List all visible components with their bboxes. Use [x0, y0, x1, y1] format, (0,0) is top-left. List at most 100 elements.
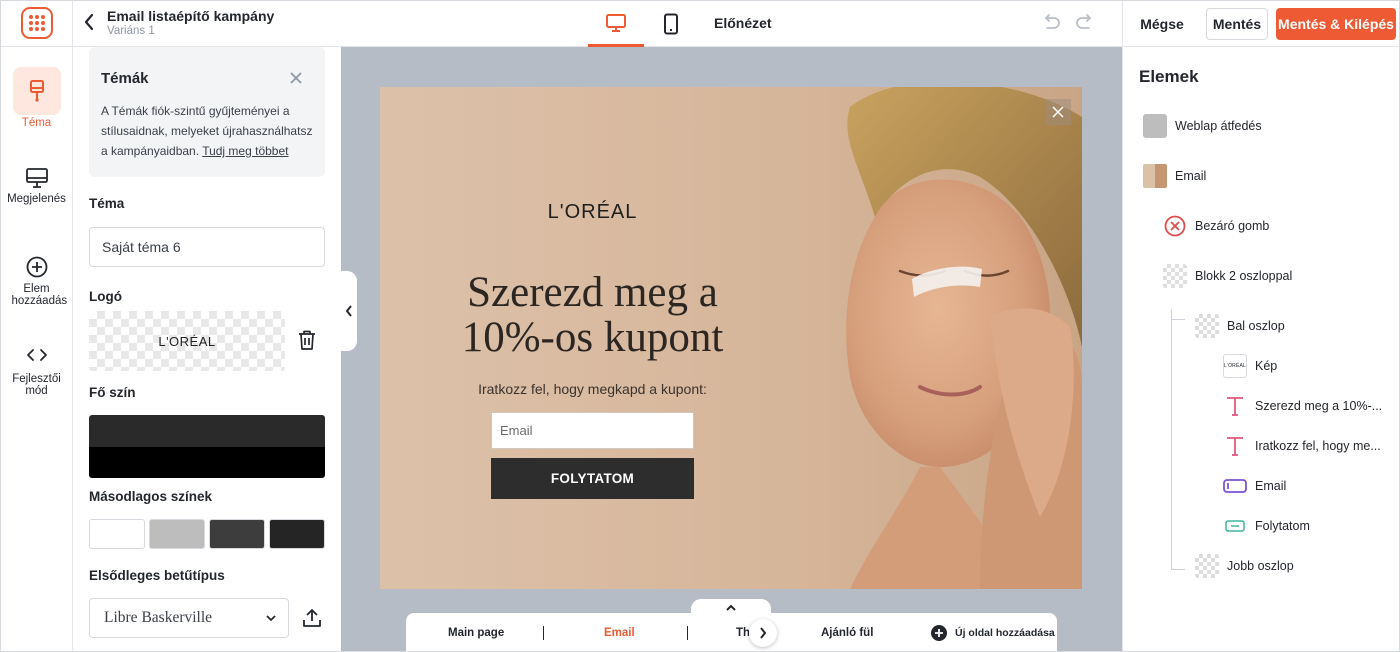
- tab-th[interactable]: Th: [736, 627, 750, 639]
- element-label: Email: [1255, 479, 1287, 493]
- overlay-icon: [1143, 114, 1167, 138]
- popup-subline: Iratkozz fel, hogy megkapd a kupont:: [478, 381, 707, 397]
- preview-button[interactable]: Előnézet: [714, 15, 772, 31]
- monitor-icon: [25, 168, 48, 188]
- tab-email[interactable]: Email: [604, 627, 635, 639]
- element-label: Blokk 2 oszloppal: [1195, 269, 1293, 283]
- variant-label: Variáns 1: [107, 25, 155, 37]
- theme-input[interactable]: Saját téma 6: [89, 227, 325, 267]
- element-label: Kép: [1255, 359, 1278, 373]
- element-item[interactable]: Jobb oszlop: [1195, 554, 1294, 578]
- divider: [1122, 1, 1123, 47]
- cancel-button[interactable]: Mégse: [1132, 8, 1192, 40]
- back-arrow-icon[interactable]: [83, 13, 95, 36]
- element-item[interactable]: Bal oszlop: [1195, 314, 1285, 338]
- main-color-swatch[interactable]: [89, 415, 325, 478]
- left-rail: Téma Megjelenés Elem hozzáadás Fejlesztő…: [1, 47, 73, 651]
- font-select[interactable]: Libre Baskerville: [89, 598, 289, 638]
- popup-preview[interactable]: L'ORÉAL Szerezd meg a 10%-os kupont Irat…: [380, 87, 1082, 589]
- secondary-color-swatch[interactable]: [209, 519, 265, 549]
- popup-close-icon[interactable]: [1045, 99, 1071, 125]
- theme-label: Téma: [89, 196, 125, 211]
- add-page-button[interactable]: Új oldal hozzáadása: [931, 625, 1055, 641]
- upload-icon[interactable]: [301, 607, 323, 634]
- save-button[interactable]: Mentés: [1206, 8, 1268, 40]
- logo-upload[interactable]: L'ORÉAL: [89, 311, 285, 371]
- undo-icon[interactable]: [1041, 13, 1061, 36]
- divider: [543, 626, 544, 640]
- font-label: Elsődleges betűtípus: [89, 568, 225, 583]
- main-color-label: Fő szín: [89, 385, 136, 400]
- element-item[interactable]: Email: [1143, 164, 1206, 188]
- close-icon[interactable]: [289, 69, 303, 90]
- code-icon: [26, 349, 47, 361]
- image-icon: L'ORÉAL: [1223, 354, 1247, 378]
- scroll-tabs-button[interactable]: [749, 619, 777, 647]
- rail-item-appearance[interactable]: Megjelenés: [1, 167, 72, 205]
- element-label: Szerezd meg a 10%-...: [1255, 399, 1383, 413]
- chevron-up-icon: [726, 604, 736, 611]
- editor-canvas: L'ORÉAL Szerezd meg a 10%-os kupont Irat…: [341, 47, 1122, 651]
- element-label: Email: [1175, 169, 1207, 183]
- tab-recommender[interactable]: Ajánló fül: [821, 627, 873, 639]
- rail-item-add-element[interactable]: Elem hozzáadás: [1, 255, 72, 307]
- element-item[interactable]: Iratkozz fel, hogy me...: [1223, 434, 1381, 458]
- rail-item-theme[interactable]: Téma: [1, 67, 72, 129]
- tree-line: [1171, 569, 1185, 570]
- secondary-color-swatch[interactable]: [149, 519, 205, 549]
- chevron-left-icon: [345, 305, 352, 317]
- rail-label: Téma: [21, 117, 52, 129]
- text-icon: [1223, 434, 1247, 458]
- learn-more-link[interactable]: Tudj meg többet: [202, 144, 288, 158]
- text-icon: [1223, 394, 1247, 418]
- app-window: Email listaépítő kampány Variáns 1 Előné…: [0, 0, 1400, 652]
- popup-cta-button[interactable]: FOLYTATOM: [491, 458, 694, 499]
- plus-circle-icon: [26, 256, 47, 278]
- rail-item-dev-mode[interactable]: Fejlesztői mód: [1, 345, 72, 397]
- element-item[interactable]: Weblap átfedés: [1143, 114, 1262, 138]
- element-item[interactable]: Blokk 2 oszloppal: [1163, 264, 1292, 288]
- headline-line: Szerezd meg a: [467, 269, 718, 316]
- element-item[interactable]: Bezáró gomb: [1163, 214, 1269, 238]
- info-text: A Témák fiók-szintű gyűjteményei a stílu…: [101, 101, 319, 161]
- rail-label: Fejlesztői mód: [12, 373, 61, 397]
- phone-icon: [664, 13, 678, 35]
- tab-main-page[interactable]: Main page: [448, 627, 504, 639]
- popup-brand-logo: L'ORÉAL: [547, 201, 638, 223]
- desktop-view-button[interactable]: [588, 1, 644, 47]
- add-page-label: Új oldal hozzáadása: [955, 627, 1055, 639]
- monitor-icon: [606, 13, 626, 32]
- save-exit-button[interactable]: Mentés & Kilépés: [1276, 8, 1396, 40]
- element-label: Iratkozz fel, hogy me...: [1255, 439, 1381, 453]
- trash-icon[interactable]: [297, 329, 317, 356]
- close-circle-icon: [1163, 214, 1187, 238]
- column-icon: [1195, 314, 1219, 338]
- element-label: Bal oszlop: [1227, 319, 1285, 333]
- popup-email-input[interactable]: Email: [491, 412, 694, 449]
- logo-preview: L'ORÉAL: [158, 333, 216, 349]
- redo-icon[interactable]: [1075, 13, 1095, 36]
- email-thumb-icon: [1143, 164, 1167, 188]
- element-label: Jobb oszlop: [1227, 559, 1294, 573]
- logo-label: Logó: [89, 289, 122, 304]
- tree-line: [1171, 319, 1185, 320]
- page-tabs: Main page Email Th Ajánló fül Új oldal h…: [406, 613, 1057, 651]
- element-item[interactable]: Email: [1223, 474, 1286, 498]
- app-logo-icon[interactable]: [21, 7, 53, 39]
- theme-panel: Témák A Témák fiók-szintű gyűjteményei a…: [73, 47, 341, 651]
- element-item[interactable]: Folytatom: [1223, 514, 1310, 538]
- element-label: Bezáró gomb: [1195, 219, 1270, 233]
- button-icon: [1223, 514, 1247, 538]
- font-value: Libre Baskerville: [104, 609, 213, 626]
- secondary-color-swatch[interactable]: [269, 519, 325, 549]
- secondary-color-swatch[interactable]: [89, 519, 145, 549]
- campaign-title[interactable]: Email listaépítő kampány: [107, 8, 274, 24]
- divider: [687, 626, 688, 640]
- brush-icon: [29, 80, 44, 102]
- element-item[interactable]: L'ORÉAL Kép: [1223, 354, 1277, 378]
- collapse-panel-button[interactable]: [341, 271, 357, 351]
- tree-line: [1171, 309, 1172, 569]
- element-item[interactable]: Szerezd meg a 10%-...: [1223, 394, 1382, 418]
- mobile-view-button[interactable]: [643, 1, 699, 47]
- elements-title: Elemek: [1139, 67, 1199, 86]
